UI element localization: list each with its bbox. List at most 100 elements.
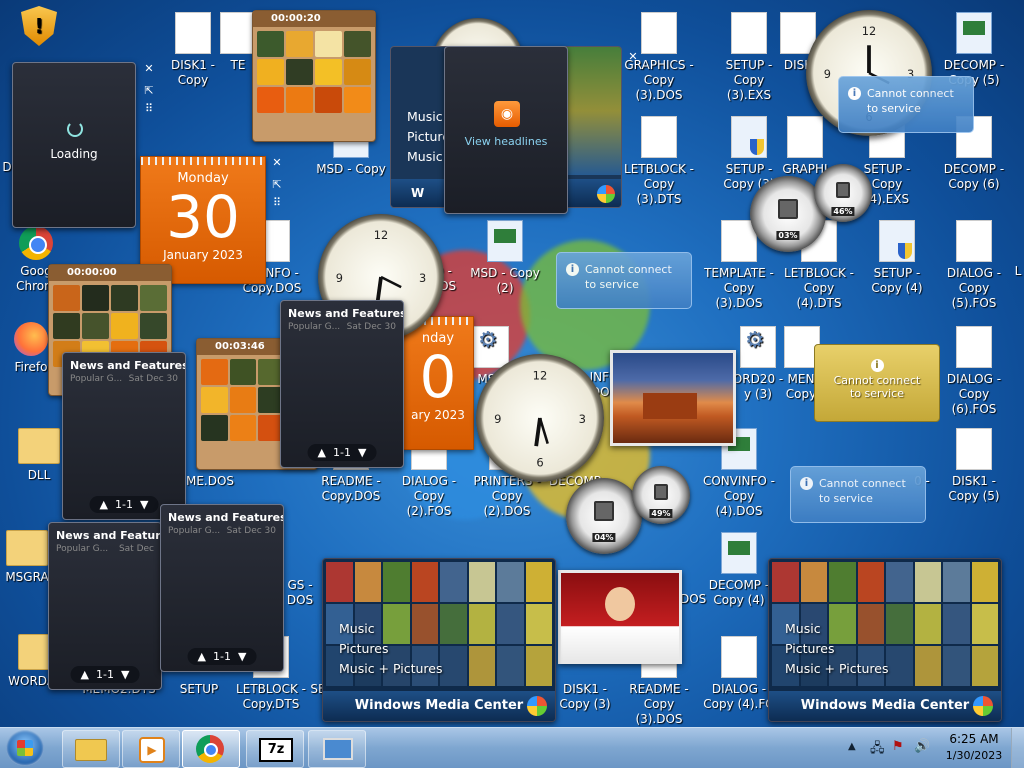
desktop-icon[interactable]: MSD - Copy (2): [466, 220, 544, 296]
wmc-menu-music-pictures[interactable]: Music + Pictures: [339, 659, 443, 679]
desktop-icon[interactable]: DIALOG - Copy (5).FOS: [935, 220, 1013, 311]
loading-text: Loading: [50, 147, 98, 161]
taskbar-7zip[interactable]: 7z: [246, 730, 304, 768]
calendar-month: January 2023: [163, 248, 243, 262]
monitor-icon: [323, 738, 353, 760]
svg-text:12: 12: [862, 24, 876, 38]
picture-puzzle-gadget[interactable]: 00:00:20: [252, 10, 376, 142]
weather-gadget[interactable]: i Cannot connect to service: [556, 252, 692, 309]
cpu-meter-gadget[interactable]: 04%: [566, 478, 642, 554]
svg-text:6: 6: [536, 456, 543, 470]
news-title[interactable]: News and Features f...: [281, 301, 403, 320]
next-arrow-icon[interactable]: ▼: [121, 668, 129, 681]
slideshow-gadget[interactable]: [610, 350, 736, 446]
setup-shield-icon: [879, 220, 915, 262]
wmc-menu-pictures[interactable]: Pictures: [339, 639, 443, 659]
news-pager[interactable]: ▲ 1-1 ▼: [89, 496, 159, 513]
news-pager[interactable]: ▲ 1-1 ▼: [187, 648, 257, 665]
prev-arrow-icon[interactable]: ▲: [100, 498, 108, 511]
warning-icon: !: [21, 6, 57, 46]
desktop-icon[interactable]: DISK1 - Copy (5): [935, 428, 1013, 504]
firefox-icon: [14, 322, 48, 356]
news-source: Popular G...: [168, 526, 221, 536]
memory-meter-gadget[interactable]: 49%: [632, 466, 690, 524]
prev-arrow-icon[interactable]: ▲: [198, 650, 206, 663]
desktop-icon[interactable]: ME.DOS: [186, 474, 234, 489]
drag-handle-icon[interactable]: ⠿: [270, 196, 284, 210]
close-icon[interactable]: ✕: [270, 156, 284, 170]
news-pager[interactable]: ▲ 1-1 ▼: [307, 444, 377, 461]
wmc-menu-music[interactable]: Music: [785, 619, 889, 639]
desktop-icon[interactable]: L: [1012, 220, 1024, 279]
slideshow-gadget[interactable]: [558, 570, 682, 664]
network-icon[interactable]: 🖧: [870, 739, 885, 761]
taskbar-remote-desktop[interactable]: [308, 730, 366, 768]
loading-gadget[interactable]: Loading: [12, 62, 136, 228]
currency-gadget[interactable]: i Cannot connect to service: [814, 344, 940, 422]
news-gadget[interactable]: News and Features f... Popular G... Sat D…: [62, 352, 186, 520]
news-title[interactable]: News and Features f...: [161, 505, 283, 524]
news-date: Sat Dec 30: [128, 374, 178, 384]
taskbar-media-player[interactable]: ▶: [122, 730, 180, 768]
calendar-month: ary 2023: [411, 408, 465, 422]
loading-spinner-icon: [67, 121, 83, 137]
close-icon[interactable]: ✕: [626, 50, 640, 64]
clock-time[interactable]: 6:25 AM: [944, 732, 1004, 746]
wmc-gadget[interactable]: Music Pictures Music + Pictures Windows …: [768, 558, 1002, 722]
weather-gadget[interactable]: i Cannot connect to service: [838, 76, 974, 133]
clock-gadget[interactable]: 12 3 6 9: [476, 354, 604, 482]
resize-icon[interactable]: ⇱: [142, 84, 156, 98]
news-gadget[interactable]: News and Features f... Popular G... Sat D…: [160, 504, 284, 672]
taskbar-explorer[interactable]: [62, 730, 120, 768]
wmc-menu-pictures[interactable]: Pictures: [785, 639, 889, 659]
desktop-icon[interactable]: DISK1 - Copy (3): [546, 682, 624, 712]
desktop-icon[interactable]: ORD20 - y (3): [728, 326, 788, 402]
weather-gadget[interactable]: i Cannot connect to service: [790, 466, 926, 523]
wmc-gadget[interactable]: Music Pictures Music + Pictures Windows …: [322, 558, 556, 722]
taskbar-chrome[interactable]: [182, 730, 240, 768]
puzzle-grid[interactable]: [253, 27, 375, 117]
volume-icon[interactable]: 🔊: [914, 739, 930, 754]
next-arrow-icon[interactable]: ▼: [140, 498, 148, 511]
clock-date[interactable]: 1/30/2023: [944, 749, 1004, 762]
view-headlines-link[interactable]: View headlines: [445, 135, 567, 148]
show-desktop-button[interactable]: [1011, 728, 1024, 768]
prev-arrow-icon[interactable]: ▲: [81, 668, 89, 681]
desktop-icon[interactable]: MSGRA: [0, 530, 54, 585]
news-title[interactable]: News and Features f...: [63, 353, 185, 372]
news-title[interactable]: News and Features f: [49, 523, 161, 542]
show-hidden-icons[interactable]: ▲: [848, 741, 856, 752]
memory-meter-gadget[interactable]: 46%: [814, 164, 872, 222]
action-center-icon[interactable]: ⚑: [892, 739, 904, 754]
wmc-menu-music[interactable]: Music: [339, 619, 443, 639]
desktop-icon[interactable]: SETUP - Copy (4): [858, 220, 936, 296]
file-icon: [220, 12, 256, 54]
start-button[interactable]: [6, 730, 44, 766]
security-shield-icon[interactable]: !: [0, 6, 78, 46]
svg-text:9: 9: [494, 412, 501, 426]
desktop-icon[interactable]: SETUP: [160, 682, 238, 697]
rss-feed-gadget[interactable]: ◉ View headlines: [444, 46, 568, 214]
resize-icon[interactable]: ⇱: [270, 178, 284, 192]
file-icon: [956, 428, 992, 470]
drag-handle-icon[interactable]: ⠿: [142, 102, 156, 116]
desktop-icon[interactable]: DIALOG - Copy (4).FO: [700, 636, 778, 712]
desktop-icon[interactable]: GS - DOS: [280, 578, 320, 608]
next-arrow-icon[interactable]: ▼: [358, 446, 366, 459]
desktop-icon[interactable]: LETBLOCK - Copy (3).DTS: [620, 116, 698, 207]
desktop-icon[interactable]: MEN Copy: [784, 326, 820, 402]
prev-arrow-icon[interactable]: ▲: [318, 446, 326, 459]
news-gadget[interactable]: News and Features f... Popular G... Sat D…: [280, 300, 404, 468]
next-arrow-icon[interactable]: ▼: [238, 650, 246, 663]
desktop-icon[interactable]: DIALOG - Copy (6).FOS: [935, 326, 1013, 417]
puzzle-timer: 00:00:20: [271, 13, 321, 24]
close-icon[interactable]: ✕: [142, 62, 156, 76]
news-gadget[interactable]: News and Features f Popular G...Sat Dec …: [48, 522, 162, 690]
wmc-menu-music-pictures[interactable]: Music + Pictures: [785, 659, 889, 679]
chrome-icon: [196, 735, 224, 763]
media-player-icon: ▶: [139, 737, 165, 763]
desktop-icon[interactable]: DECOMP - Copy (4): [700, 532, 778, 608]
app-icon: [487, 220, 523, 262]
gear-icon: [740, 326, 776, 368]
news-pager[interactable]: ▲ 1-1 ▼: [70, 666, 140, 683]
